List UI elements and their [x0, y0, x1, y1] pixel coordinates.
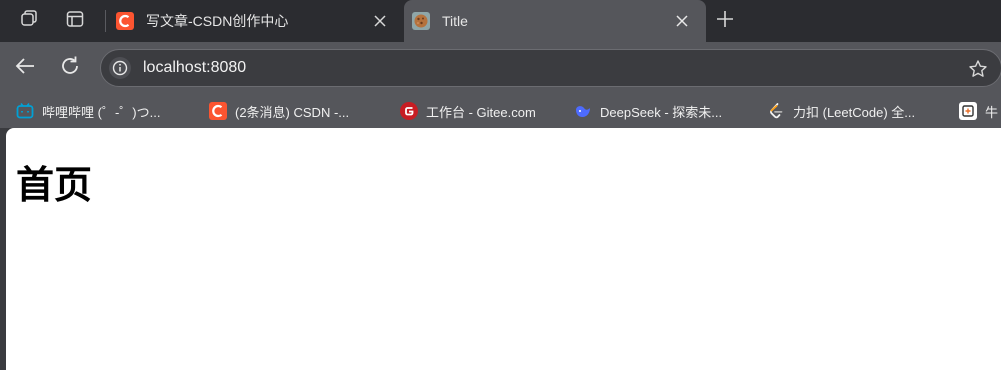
- new-tab-button[interactable]: [710, 6, 740, 36]
- bookmark-label: DeepSeek - 探索未...: [600, 104, 723, 120]
- csdn-icon: [209, 102, 227, 120]
- sidebar-tab-icon: [65, 9, 85, 34]
- cookie-icon: [412, 12, 430, 30]
- address-bar[interactable]: localhost:8080: [100, 49, 1001, 87]
- tab-close-button[interactable]: [668, 7, 696, 35]
- tab-actions-button[interactable]: [60, 6, 90, 36]
- tab-title: Title: [442, 13, 468, 29]
- url-text[interactable]: localhost:8080: [143, 59, 246, 77]
- workspaces-icon: [19, 9, 39, 34]
- reload-button[interactable]: [55, 53, 85, 83]
- close-icon: [374, 15, 386, 27]
- deepseek-icon: [574, 102, 592, 120]
- page-content: 首页: [6, 128, 1001, 370]
- tab-close-button[interactable]: [366, 7, 394, 35]
- bookmark-nowcoder[interactable]: 牛: [959, 100, 998, 122]
- tab-csdn-write[interactable]: 写文章-CSDN创作中心: [108, 0, 404, 42]
- tab-separator: [105, 10, 106, 32]
- bookmark-label: 哔哩哔哩 (゜-゜)つ...: [42, 104, 161, 120]
- nowcoder-icon: [959, 102, 977, 120]
- plus-icon: [716, 10, 734, 33]
- info-icon[interactable]: [109, 57, 131, 79]
- back-button[interactable]: [10, 53, 40, 83]
- tab-title-active[interactable]: Title: [404, 0, 706, 42]
- bookmark-label: (2条消息) CSDN -...: [235, 104, 350, 120]
- bookmark-label: 工作台 - Gitee.com: [426, 104, 536, 120]
- bookmark-label: 力扣 (LeetCode) 全...: [793, 104, 916, 120]
- page-heading: 首页: [16, 163, 93, 207]
- bookmark-label: 牛: [985, 104, 999, 120]
- bilibili-icon: [16, 102, 34, 120]
- bookmark-bilibili[interactable]: 哔哩哔哩 (゜-゜)つ...: [16, 100, 160, 122]
- tab-strip: 写文章-CSDN创作中心 Title: [0, 0, 1001, 42]
- tab-title: 写文章-CSDN创作中心: [146, 13, 289, 29]
- bookmark-gitee[interactable]: 工作台 - Gitee.com: [400, 100, 536, 122]
- back-icon: [14, 55, 36, 82]
- bookmarks-bar: 哔哩哔哩 (゜-゜)つ... (2条消息) CSDN -... 工作台 - Gi…: [0, 94, 1001, 128]
- gitee-icon: [400, 102, 418, 120]
- toolbar: localhost:8080: [0, 42, 1001, 94]
- star-icon[interactable]: [967, 58, 989, 80]
- leetcode-icon: [767, 102, 785, 120]
- close-icon: [676, 15, 688, 27]
- bookmark-deepseek[interactable]: DeepSeek - 探索未...: [574, 100, 722, 122]
- bookmark-csdn[interactable]: (2条消息) CSDN -...: [209, 100, 349, 122]
- csdn-icon: [116, 12, 134, 30]
- bookmark-leetcode[interactable]: 力扣 (LeetCode) 全...: [767, 100, 915, 122]
- reload-icon: [59, 55, 81, 82]
- workspaces-button[interactable]: [14, 6, 44, 36]
